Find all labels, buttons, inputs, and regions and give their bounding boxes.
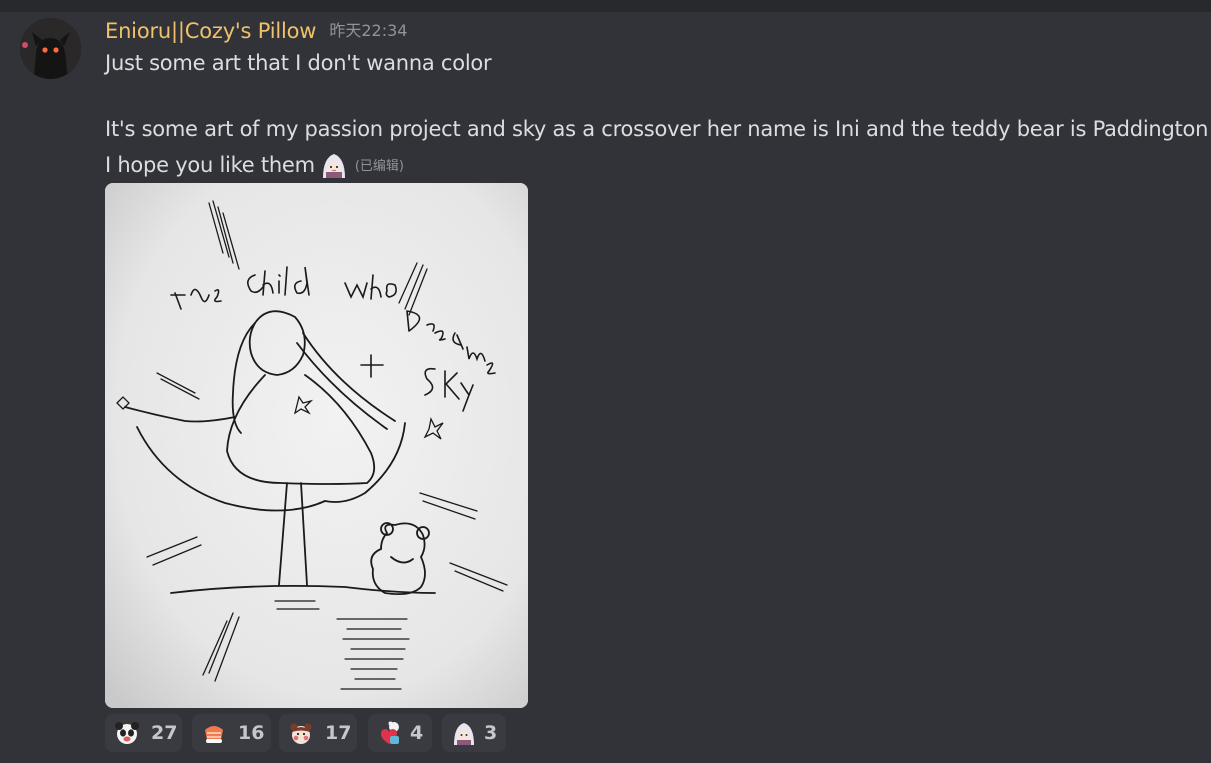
bear-cheeks-reaction-icon (288, 720, 314, 746)
girl-emoji-icon[interactable] (319, 150, 349, 180)
sushi-reaction-icon (201, 720, 227, 746)
reaction-count: 17 (325, 722, 352, 744)
username[interactable]: Enioru||Cozy's Pillow (105, 19, 316, 43)
message-header: Enioru||Cozy's Pillow 昨天22:34 (105, 17, 407, 45)
girl-reaction-icon (451, 720, 477, 746)
reaction-sushi[interactable]: 16 (192, 714, 271, 752)
edited-label: (已编辑) (354, 159, 404, 174)
image-attachment[interactable] (105, 183, 528, 708)
avatar[interactable] (20, 18, 81, 79)
reaction-girl[interactable]: 3 (442, 714, 506, 752)
message-text: I hope you like them (105, 153, 315, 177)
reaction-count: 4 (410, 722, 424, 744)
reaction-heart-bear[interactable]: 4 (368, 714, 432, 752)
message-line: It's some art of my passion project and … (105, 117, 1211, 141)
reaction-count: 27 (151, 722, 178, 744)
message-line: Just some art that I don't wanna color (105, 51, 492, 75)
previous-message-edge (0, 0, 1211, 12)
reaction-bear[interactable]: 17 (279, 714, 357, 752)
heart-bear-reaction-icon (377, 720, 403, 746)
message-line-with-emoji: I hope you like them (已编辑) (105, 150, 404, 180)
reaction-count: 16 (238, 722, 265, 744)
timestamp[interactable]: 昨天22:34 (329, 21, 407, 40)
reaction-count: 3 (484, 722, 498, 744)
reaction-panda[interactable]: 27 (105, 714, 182, 752)
panda-reaction-icon (114, 720, 140, 746)
